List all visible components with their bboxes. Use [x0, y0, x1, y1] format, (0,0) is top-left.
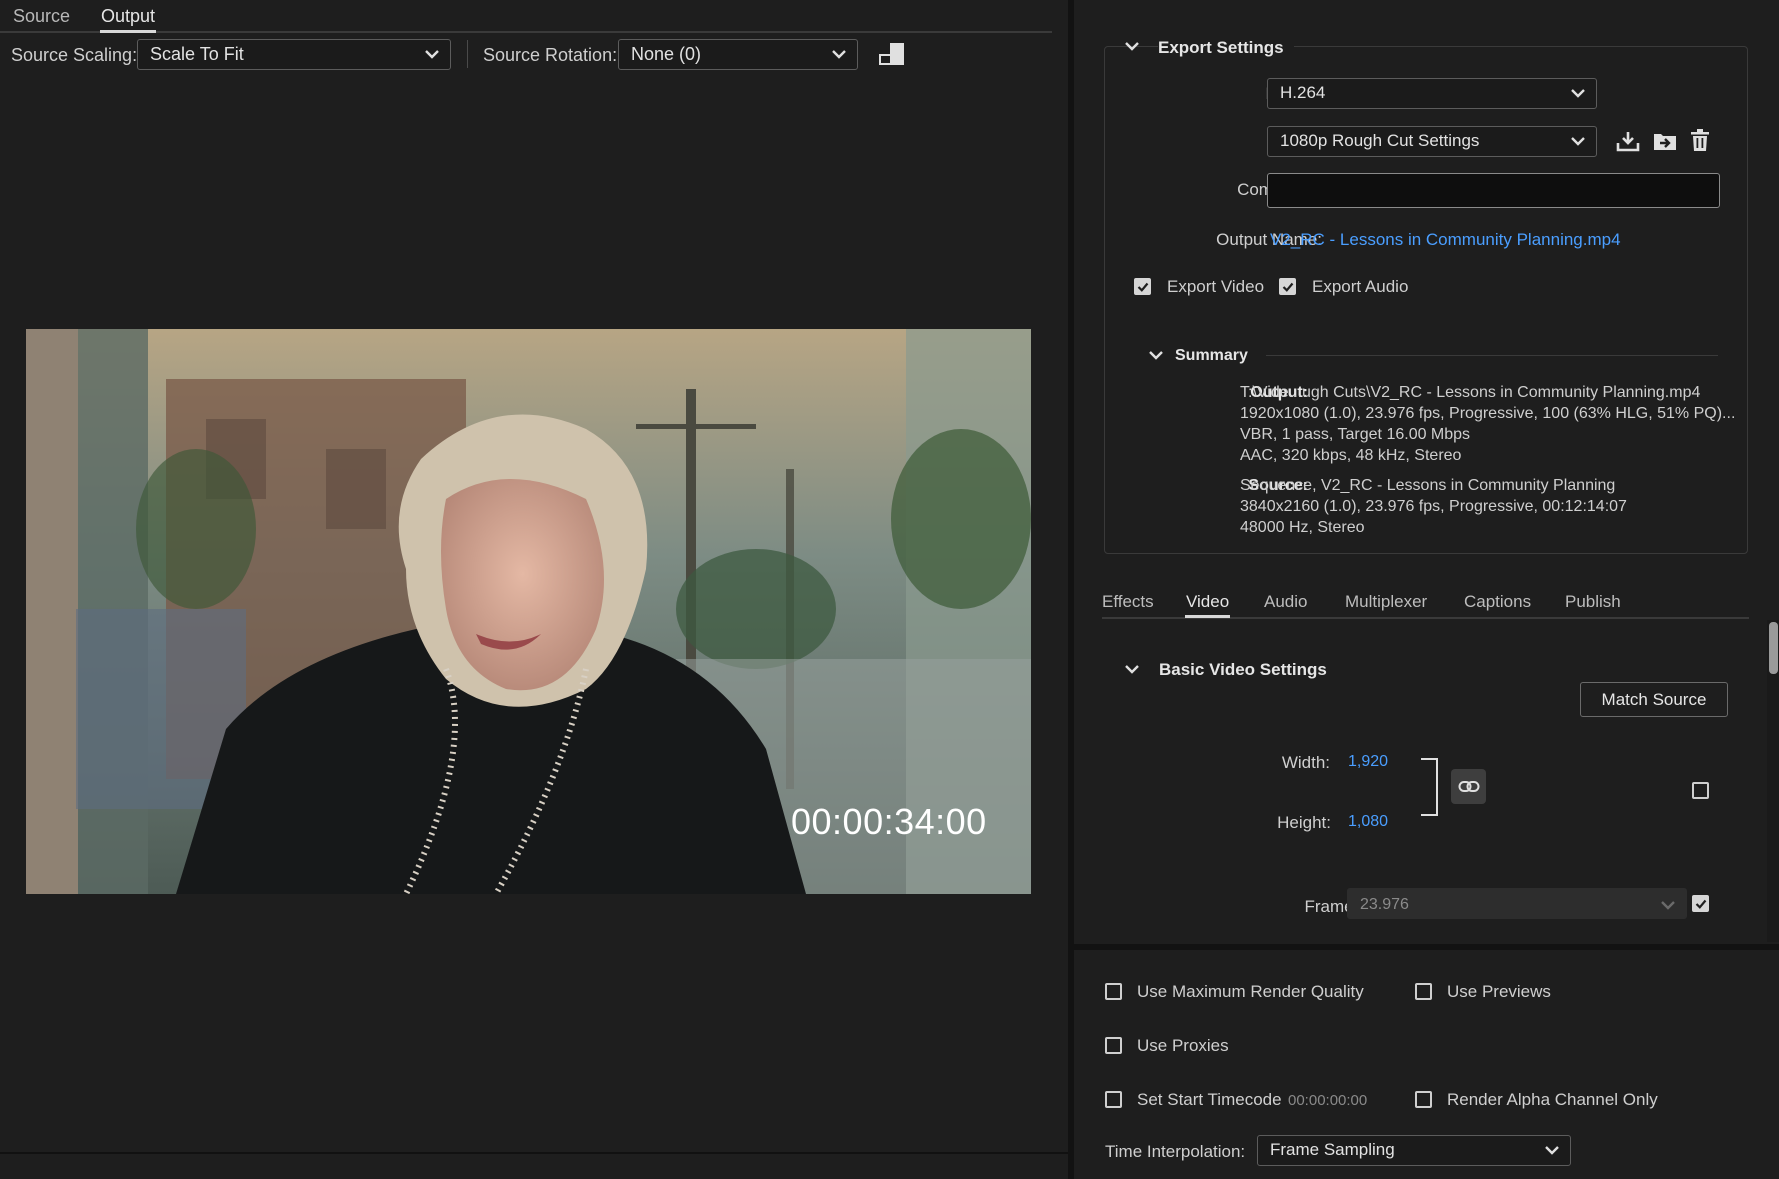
use-proxies-checkbox[interactable] — [1105, 1037, 1122, 1054]
use-previews-label: Use Previews — [1447, 982, 1551, 1001]
tab-captions[interactable]: Captions — [1464, 592, 1531, 612]
chevron-down-icon — [1571, 137, 1585, 146]
export-video-checkbox[interactable] — [1134, 278, 1151, 295]
preset-value: 1080p Rough Cut Settings — [1280, 131, 1480, 150]
start-timecode-value[interactable]: 00:00:00:00 — [1288, 1092, 1367, 1109]
tab-bar-divider — [0, 31, 1052, 33]
link-aspect-button[interactable] — [1451, 769, 1486, 804]
save-preset-icon[interactable] — [1616, 129, 1640, 153]
toolbar-separator — [467, 40, 468, 68]
resize-checkbox[interactable] — [1692, 782, 1709, 799]
export-settings-panel: Export Settings Format: H.264 Preset: 10… — [1074, 0, 1779, 1179]
scrollbar-thumb[interactable] — [1769, 622, 1778, 674]
timecode-overlay: 00:00:34:00 — [791, 801, 987, 842]
export-audio-checkbox[interactable] — [1279, 278, 1296, 295]
export-audio-label: Export Audio — [1312, 277, 1409, 296]
tab-output-indicator — [100, 30, 156, 33]
import-preset-icon[interactable] — [1652, 129, 1678, 153]
video-preview: 00:00:34:00 — [26, 329, 1031, 894]
height-label: Height: — [1277, 813, 1331, 832]
dimension-bracket — [1421, 758, 1438, 816]
tab-video[interactable]: Video — [1186, 592, 1229, 612]
chevron-down-icon — [425, 50, 439, 59]
summary-output-line: 1920x1080 (1.0), 23.976 fps, Progressive… — [1240, 405, 1736, 422]
width-value[interactable]: 1,920 — [1348, 753, 1388, 771]
use-max-render-quality-checkbox[interactable] — [1105, 983, 1122, 1000]
chevron-down-icon — [832, 50, 846, 59]
time-interpolation-dropdown[interactable]: Frame Sampling — [1257, 1135, 1571, 1166]
set-start-timecode-checkbox[interactable] — [1105, 1091, 1122, 1108]
use-proxies-label: Use Proxies — [1137, 1036, 1229, 1055]
use-max-render-quality-label: Use Maximum Render Quality — [1137, 982, 1364, 1001]
tab-source[interactable]: Source — [13, 6, 70, 27]
tab-video-indicator — [1185, 615, 1230, 618]
checkmark-icon — [1137, 282, 1149, 292]
source-scaling-label: Source Scaling: — [11, 45, 138, 65]
source-scaling-dropdown[interactable]: Scale To Fit — [137, 39, 451, 70]
source-rotation-label: Source Rotation: — [483, 45, 618, 65]
summary-source-line: Sequence, V2_RC - Lessons in Community P… — [1240, 477, 1616, 494]
render-alpha-only-checkbox[interactable] — [1415, 1091, 1432, 1108]
trash-icon[interactable] — [1689, 128, 1711, 152]
frame-rate-value: 23.976 — [1360, 896, 1409, 913]
basic-video-settings-title: Basic Video Settings — [1159, 660, 1327, 679]
render-alpha-only-label: Render Alpha Channel Only — [1447, 1090, 1658, 1109]
summary-output-line: T:\Vide...ugh Cuts\V2_RC - Lessons in Co… — [1240, 384, 1701, 401]
chevron-down-icon[interactable] — [1148, 349, 1164, 361]
tab-audio[interactable]: Audio — [1264, 592, 1307, 612]
height-value[interactable]: 1,080 — [1348, 813, 1388, 831]
tab-multiplexer[interactable]: Multiplexer — [1345, 592, 1427, 612]
source-output-panel: Source Output Source Scaling: Scale To F… — [0, 0, 1068, 1179]
summary-output-line: AAC, 320 kbps, 48 kHz, Stereo — [1240, 447, 1462, 464]
summary-divider — [1266, 355, 1718, 356]
width-label: Width: — [1281, 753, 1330, 772]
time-interpolation-label: Time Interpolation: — [1105, 1142, 1246, 1161]
summary-source-line: 3840x2160 (1.0), 23.976 fps, Progressive… — [1240, 498, 1627, 515]
time-interpolation-value: Frame Sampling — [1270, 1140, 1395, 1159]
set-start-timecode-label: Set Start Timecode — [1137, 1090, 1282, 1109]
summary-title: Summary — [1175, 347, 1248, 364]
playback-bar — [0, 1152, 1068, 1179]
checkmark-icon — [1282, 282, 1294, 292]
match-source-button[interactable]: Match Source — [1580, 682, 1728, 717]
chevron-down-icon — [1571, 89, 1585, 98]
summary-source-line: 48000 Hz, Stereo — [1240, 519, 1365, 536]
preset-dropdown[interactable]: 1080p Rough Cut Settings — [1267, 126, 1597, 157]
output-name-link[interactable]: V2_RC - Lessons in Community Planning.mp… — [1270, 230, 1621, 250]
use-previews-checkbox[interactable] — [1415, 983, 1432, 1000]
source-rotation-value: None (0) — [631, 44, 702, 64]
crop-icon[interactable] — [878, 41, 906, 67]
tab-publish[interactable]: Publish — [1565, 592, 1621, 612]
format-dropdown[interactable]: H.264 — [1267, 78, 1597, 109]
section-divider — [1074, 944, 1779, 950]
summary-output-line: VBR, 1 pass, Target 16.00 Mbps — [1240, 426, 1471, 443]
link-icon — [1458, 781, 1480, 792]
checkmark-icon — [1695, 899, 1707, 909]
export-video-label: Export Video — [1167, 277, 1265, 296]
tab-output[interactable]: Output — [101, 6, 155, 27]
frame-rate-dropdown[interactable]: 23.976 — [1347, 888, 1687, 919]
format-value: H.264 — [1280, 83, 1326, 102]
chevron-down-icon[interactable] — [1124, 663, 1140, 675]
chevron-down-icon — [1545, 1146, 1559, 1155]
source-scaling-value: Scale To Fit — [150, 44, 244, 64]
chevron-down-icon[interactable] — [1124, 40, 1140, 52]
chevron-down-icon — [1661, 901, 1675, 910]
comments-input[interactable] — [1267, 173, 1720, 208]
frame-rate-checkbox[interactable] — [1692, 895, 1709, 912]
source-rotation-dropdown[interactable]: None (0) — [618, 39, 858, 70]
tab-effects[interactable]: Effects — [1102, 592, 1154, 612]
export-settings-title: Export Settings — [1158, 38, 1294, 58]
